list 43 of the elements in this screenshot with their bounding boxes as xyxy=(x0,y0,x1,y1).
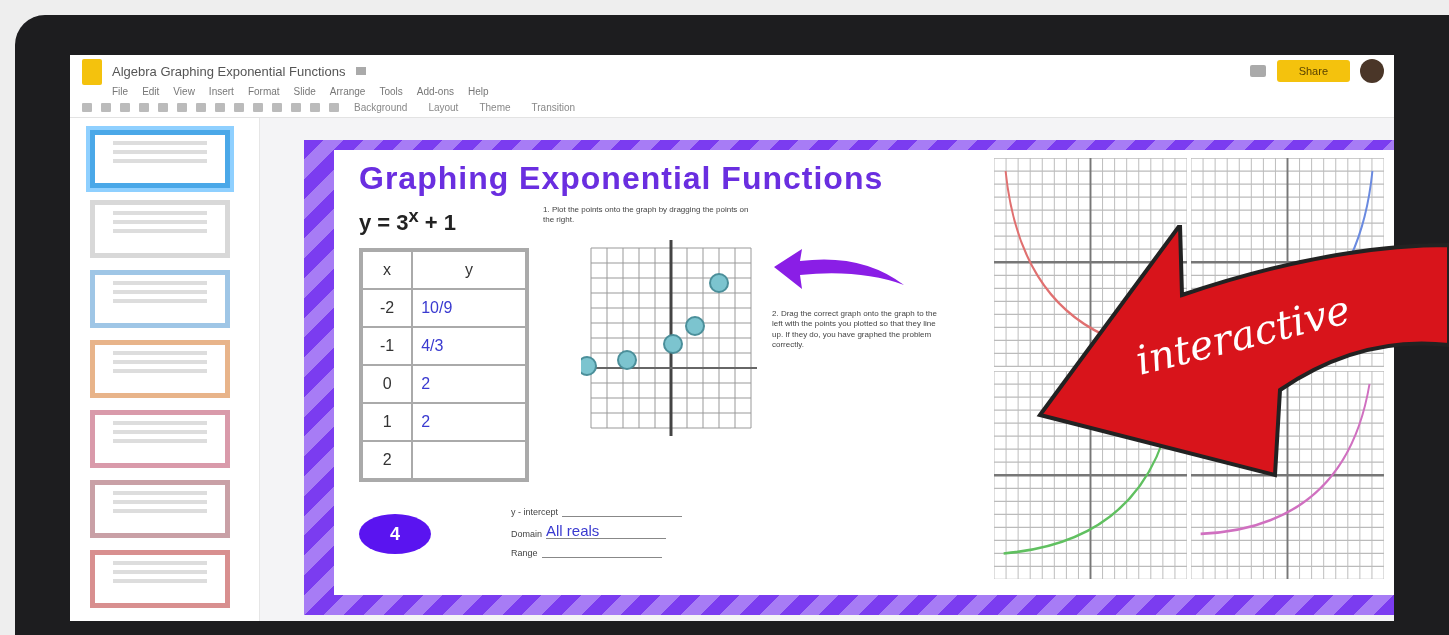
toolbar-button[interactable]: Theme xyxy=(473,102,517,113)
menu-item[interactable]: Help xyxy=(468,86,489,97)
instruction-text: 2. Drag the correct graph onto the graph to the left with the points you plotted so that they line up. If they do, you have graphed the problem correctly. xyxy=(772,309,937,351)
toolbar-button[interactable]: Layout xyxy=(422,102,465,113)
instruction-text: 1. Plot the points onto the graph by dragging the points on the right. xyxy=(543,205,750,226)
slide-thumbnail[interactable] xyxy=(90,550,230,608)
menu-item[interactable]: Tools xyxy=(379,86,403,97)
table-cell: -2 xyxy=(361,289,413,328)
menu-item[interactable]: Add-ons xyxy=(416,86,454,97)
field-label: Domain xyxy=(511,529,542,540)
toolbar-button[interactable]: Transition xyxy=(525,102,582,113)
menu-item[interactable]: Insert xyxy=(208,86,234,97)
plot-point[interactable] xyxy=(663,333,683,354)
equation: y = 3$^{x}$ + 1 xyxy=(359,205,458,237)
table-cell: 0 xyxy=(361,365,413,404)
slide-title: Graphing Exponential Functions xyxy=(359,160,885,197)
fill-in-line[interactable]: All reals xyxy=(546,523,666,540)
menu-item[interactable]: Arrange xyxy=(329,86,366,97)
field-label: Range xyxy=(511,548,538,559)
slide-thumbnail[interactable] xyxy=(90,410,230,468)
menu-item[interactable]: Edit xyxy=(142,86,160,97)
plot-point[interactable] xyxy=(709,272,729,293)
slide-thumbnail[interactable] xyxy=(90,270,230,328)
column-header: x xyxy=(361,250,413,290)
slide-thumbnail[interactable] xyxy=(90,480,230,538)
avatar[interactable] xyxy=(1360,59,1384,83)
slide-number: 4 xyxy=(359,514,431,555)
table-cell: -1 xyxy=(361,327,413,366)
plot-point[interactable] xyxy=(581,355,597,376)
table-cell: 1 xyxy=(361,403,413,442)
menu-item[interactable]: Slide xyxy=(293,86,316,97)
share-button[interactable]: Share xyxy=(1276,60,1350,82)
plot-point[interactable] xyxy=(617,349,637,370)
menu-item[interactable]: File xyxy=(112,86,129,97)
plot-point[interactable] xyxy=(685,315,705,336)
curved-arrow-icon xyxy=(774,249,904,289)
menu-item[interactable]: Format xyxy=(247,86,280,97)
toolbar-button[interactable]: Background xyxy=(348,102,414,113)
field-label: y - intercept xyxy=(511,507,559,518)
slide-thumbnail[interactable] xyxy=(90,340,230,398)
slide-thumbnail[interactable] xyxy=(90,200,230,258)
document-title[interactable]: Algebra Graphing Exponential Functions xyxy=(112,63,346,79)
menu-item[interactable]: View xyxy=(173,86,195,97)
